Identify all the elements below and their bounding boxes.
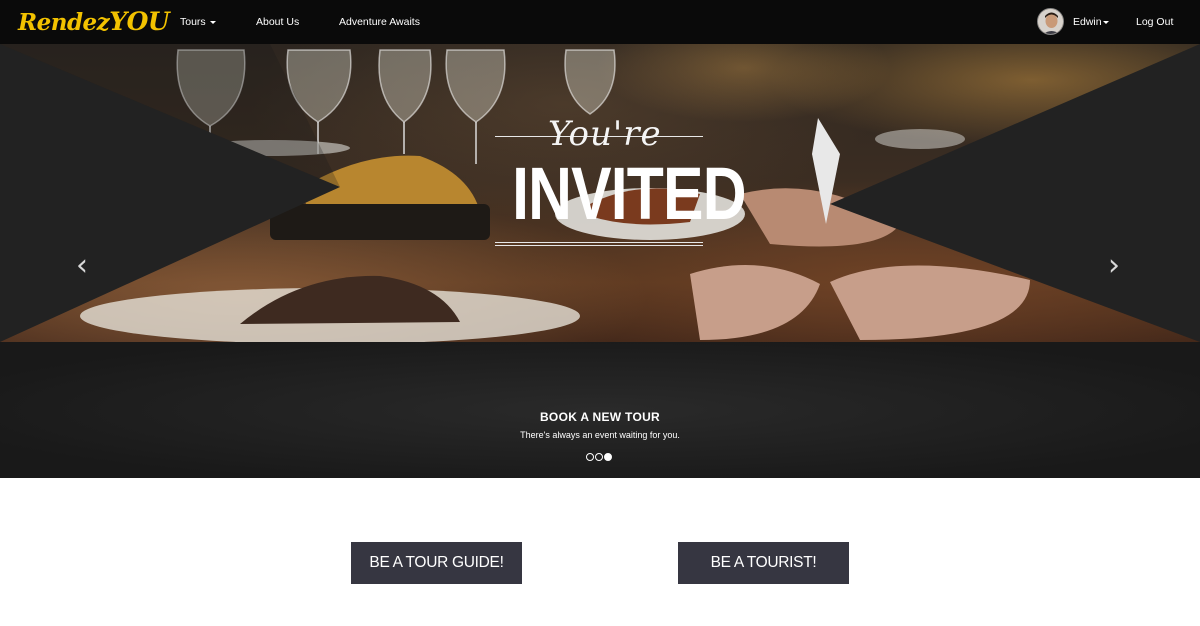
- nav-about-us[interactable]: About Us: [256, 0, 299, 44]
- carousel-indicator-3[interactable]: [604, 452, 612, 461]
- carousel-caption-title: BOOK A NEW TOUR: [539, 410, 661, 424]
- caret-down-icon: [1102, 20, 1109, 24]
- invite-script-text: You're: [548, 114, 662, 154]
- brand-logo-part2: YOU: [109, 7, 170, 36]
- carousel-indicator-2[interactable]: [595, 452, 603, 461]
- carousel-caption-subtitle: There's always an event waiting for you.: [520, 430, 680, 440]
- nav-tours-dropdown[interactable]: Tours: [180, 0, 216, 44]
- carousel-prev-button[interactable]: ‹: [76, 251, 88, 281]
- carousel-indicator-1[interactable]: [586, 452, 594, 461]
- invite-bottom-line-2: [495, 245, 703, 246]
- nav-logout[interactable]: Log Out: [1136, 0, 1173, 44]
- nav-user-dropdown[interactable]: Edwin: [1073, 0, 1109, 44]
- chevron-left-icon: ‹: [76, 248, 88, 283]
- be-a-tour-guide-button[interactable]: BE A TOUR GUIDE!: [351, 542, 522, 584]
- navbar: RendezYOU Tours About Us Adventure Await…: [0, 0, 1200, 44]
- invite-headline: INVITED: [512, 152, 746, 235]
- nav-tours-label: Tours: [180, 16, 206, 28]
- avatar[interactable]: [1037, 8, 1064, 35]
- chevron-right-icon: ›: [1108, 248, 1120, 283]
- caret-down-icon: [209, 20, 216, 24]
- carousel-next-button[interactable]: ›: [1108, 251, 1120, 281]
- hero-carousel: ‹ › You're INVITED BOOK A NEW TOUR There…: [0, 44, 1200, 478]
- be-a-tourist-button[interactable]: BE A TOURIST!: [678, 542, 849, 584]
- invite-bottom-line: [495, 242, 703, 243]
- nav-user-name: Edwin: [1073, 16, 1102, 28]
- brand-logo[interactable]: RendezYOU: [18, 4, 170, 40]
- nav-adventure-awaits[interactable]: Adventure Awaits: [339, 0, 420, 44]
- brand-logo-part1: Rendez: [18, 9, 110, 36]
- carousel-indicators: [586, 448, 613, 461]
